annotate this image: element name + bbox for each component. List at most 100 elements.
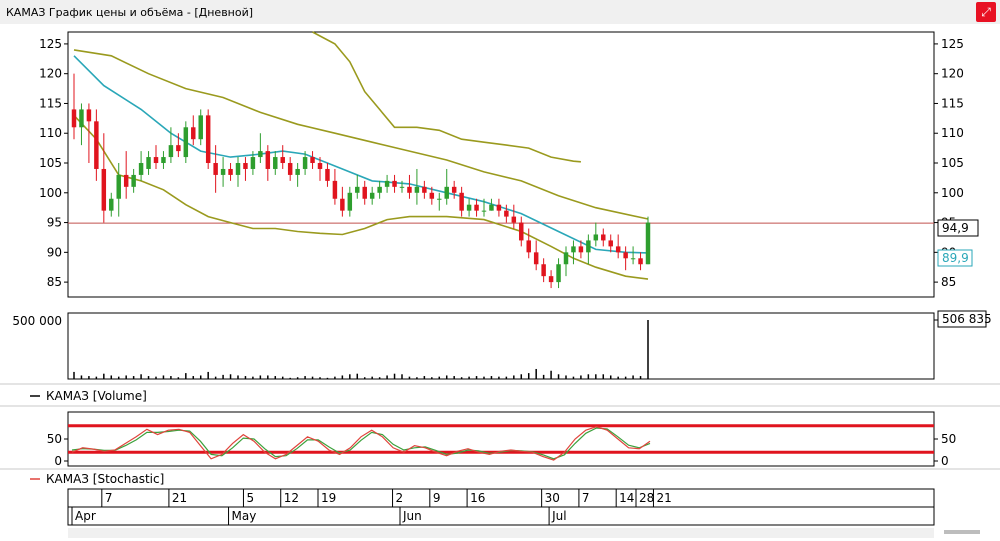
candle-body — [563, 252, 569, 265]
candle-body — [146, 157, 151, 169]
candle-body — [198, 115, 203, 140]
candle-body — [437, 198, 442, 200]
candle-body — [273, 157, 278, 169]
candle-body — [496, 204, 502, 211]
day-label: 19 — [321, 491, 336, 505]
candle-body — [302, 157, 308, 169]
candle-body — [414, 186, 420, 193]
candle-body — [392, 180, 397, 187]
candle-body — [444, 186, 449, 199]
candle-body — [630, 258, 636, 260]
candle-body — [191, 127, 196, 140]
day-label: 7 — [582, 491, 590, 505]
title-bar: КАМАЗ График цены и объёма - [Дневной] ⤢ — [0, 0, 1000, 24]
price-tick-label: 105 — [941, 156, 964, 170]
candle-body — [265, 151, 271, 169]
day-label: 21 — [172, 491, 187, 505]
candle-body — [243, 163, 248, 169]
candle-body — [94, 121, 99, 169]
price-tick-label: 85 — [941, 275, 956, 289]
candle-body — [504, 210, 509, 217]
candle-body — [355, 186, 360, 193]
resize-icon[interactable]: ⤢ — [976, 2, 996, 22]
candle-body — [533, 252, 539, 265]
candle-body — [123, 174, 129, 187]
candle-body — [131, 174, 136, 187]
month-label: Jul — [551, 509, 566, 523]
candle-body — [474, 204, 479, 211]
candle-body — [317, 163, 323, 169]
day-label: 12 — [284, 491, 299, 505]
price-tick-label: 115 — [941, 96, 964, 110]
scrollbar-thumb[interactable] — [944, 530, 980, 534]
candle-body — [176, 145, 181, 152]
candle-body — [511, 216, 517, 223]
candle-body — [71, 109, 77, 128]
candle-body — [332, 180, 338, 199]
candle-body — [466, 204, 472, 211]
candle-body — [310, 157, 315, 164]
candle-body — [593, 234, 599, 241]
candle — [645, 216, 651, 265]
month-label: Jun — [402, 509, 422, 523]
candle-body — [138, 163, 144, 175]
candle-body — [601, 234, 606, 241]
candle-body — [556, 264, 561, 283]
candle-body — [161, 157, 166, 164]
price-tick-label: 85 — [47, 275, 62, 289]
candle-body — [109, 198, 114, 211]
candle-body — [101, 168, 107, 211]
price-tick-label: 125 — [39, 37, 62, 51]
day-label: 9 — [433, 491, 441, 505]
candle-body — [250, 157, 256, 169]
horizontal-scrollbar[interactable] — [68, 528, 980, 538]
candle-body — [153, 157, 159, 164]
candle-body — [220, 168, 226, 175]
stochastic-legend[interactable]: КАМАЗ [Stochastic] — [46, 472, 164, 486]
day-label: 16 — [470, 491, 485, 505]
price-tick-label: 90 — [47, 245, 62, 259]
price-tick-label: 105 — [39, 156, 62, 170]
price-tick-label: 100 — [39, 186, 62, 200]
candle-body — [399, 186, 405, 188]
candle-body — [228, 168, 233, 175]
sma-last-text: 89,9 — [942, 251, 969, 265]
candle-body — [526, 240, 531, 253]
candle-body — [541, 264, 546, 277]
chart-area: 8585909095951001001051051101101151151201… — [0, 24, 1000, 541]
candle-body — [183, 127, 189, 158]
stochastic-tick-label: 0 — [54, 454, 62, 468]
candle-body — [369, 192, 375, 199]
candle-body — [459, 192, 464, 211]
day-label: 14 — [619, 491, 634, 505]
candle-body — [608, 240, 613, 247]
scrollbar-track[interactable] — [68, 528, 934, 538]
candle-body — [280, 157, 285, 164]
price-tick-label: 95 — [47, 216, 62, 230]
candle-body — [340, 198, 345, 211]
candle-body — [429, 192, 435, 199]
candle-body — [451, 186, 457, 193]
stochastic-tick-label: 50 — [47, 432, 62, 446]
volume-last-text: 506 835 — [942, 312, 992, 326]
candle-body — [422, 186, 427, 193]
candle-body — [548, 276, 554, 283]
price-tick-label: 125 — [941, 37, 964, 51]
window-title: КАМАЗ График цены и объёма - [Дневной] — [6, 6, 254, 19]
candle-body — [489, 204, 494, 211]
sma-last-label: 89,9 — [937, 249, 973, 267]
price-tick-label: 120 — [941, 67, 964, 81]
day-label: 30 — [545, 491, 560, 505]
candle-body — [586, 240, 591, 253]
volume-legend[interactable]: КАМАЗ [Volume] — [46, 389, 147, 403]
candle-body — [86, 109, 92, 122]
candle-body — [407, 186, 412, 193]
candle-body — [481, 210, 487, 212]
price-tick-label: 115 — [39, 96, 62, 110]
candle-body — [168, 145, 174, 158]
day-label: 21 — [656, 491, 671, 505]
candle-body — [347, 192, 353, 211]
price-tick-label: 110 — [941, 126, 964, 140]
candle-body — [258, 151, 263, 158]
month-label: May — [232, 509, 257, 523]
